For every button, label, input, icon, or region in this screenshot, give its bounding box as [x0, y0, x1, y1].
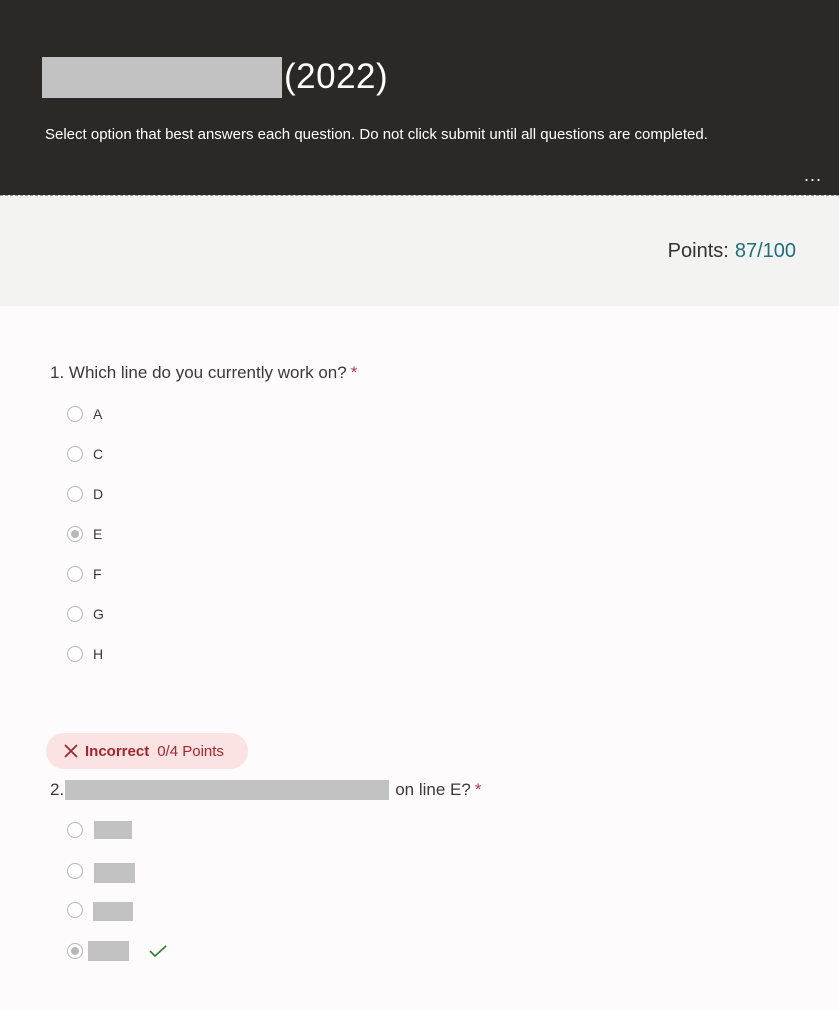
result-points: 0/4 Points	[157, 742, 224, 760]
radio-button[interactable]	[67, 566, 83, 582]
question-1-text: Which line do you currently work on?	[68, 363, 347, 382]
question-1-option-d[interactable]: D	[67, 483, 103, 505]
form-title-year: (2022)	[284, 57, 389, 96]
redacted-question-text	[65, 780, 390, 800]
question-2-title: 2. on line E? *	[50, 780, 481, 800]
radio-button[interactable]	[67, 646, 83, 662]
question-1-title: 1. Which line do you currently work on? *	[50, 363, 357, 383]
result-badge: Incorrect 0/4 Points	[46, 733, 248, 769]
required-marker: *	[474, 780, 482, 799]
form-title: (2022)	[42, 56, 388, 98]
radio-button[interactable]	[67, 606, 83, 622]
radio-button-selected[interactable]	[67, 526, 83, 542]
radio-button[interactable]	[67, 863, 83, 879]
correct-check-icon	[149, 945, 167, 958]
question-2-option-1[interactable]	[67, 819, 132, 841]
question-2-option-2[interactable]	[67, 860, 135, 883]
question-1-option-a[interactable]: A	[67, 403, 102, 425]
question-1-option-h[interactable]: H	[67, 643, 103, 665]
redacted-option-label	[93, 901, 133, 921]
radio-button[interactable]	[67, 446, 83, 462]
question-1-option-c[interactable]: C	[67, 443, 103, 465]
option-label: C	[93, 446, 104, 462]
radio-button[interactable]	[67, 406, 83, 422]
radio-button[interactable]	[67, 902, 83, 918]
question-2-text: on line E?	[395, 780, 471, 799]
question-1-option-f[interactable]: F	[67, 563, 102, 585]
points-summary: Points: 87/100	[668, 240, 796, 263]
option-label: F	[93, 566, 102, 582]
question-2-number: 2.	[50, 780, 65, 799]
points-label: Points:	[667, 240, 729, 262]
form-description: Select option that best answers each que…	[45, 126, 708, 143]
question-1-option-g[interactable]: G	[67, 603, 104, 625]
option-label: A	[93, 406, 103, 422]
form-header: (2022) Select option that best answers e…	[0, 0, 839, 195]
radio-button[interactable]	[67, 822, 83, 838]
question-2-option-3[interactable]	[67, 899, 133, 921]
incorrect-x-icon	[64, 744, 78, 758]
redacted-option-label	[94, 821, 132, 839]
question-2-option-4[interactable]	[67, 940, 167, 962]
option-label: G	[93, 606, 104, 622]
points-value: 87/100	[734, 240, 796, 262]
option-label: E	[93, 526, 103, 542]
result-status: Incorrect	[85, 742, 150, 760]
more-options-button[interactable]: ...	[800, 166, 826, 184]
required-marker: *	[350, 363, 358, 382]
radio-button[interactable]	[67, 486, 83, 502]
option-label: H	[93, 646, 104, 662]
question-1-option-e[interactable]: E	[67, 523, 102, 545]
question-1-number: 1.	[50, 363, 65, 382]
radio-button-selected[interactable]	[67, 943, 83, 959]
redacted-option-label	[88, 941, 129, 961]
option-label: D	[93, 486, 104, 502]
redacted-option-label	[94, 863, 135, 883]
redacted-title-block	[42, 56, 282, 98]
points-bar: Points: 87/100	[0, 196, 839, 306]
more-icon: ...	[803, 165, 822, 185]
